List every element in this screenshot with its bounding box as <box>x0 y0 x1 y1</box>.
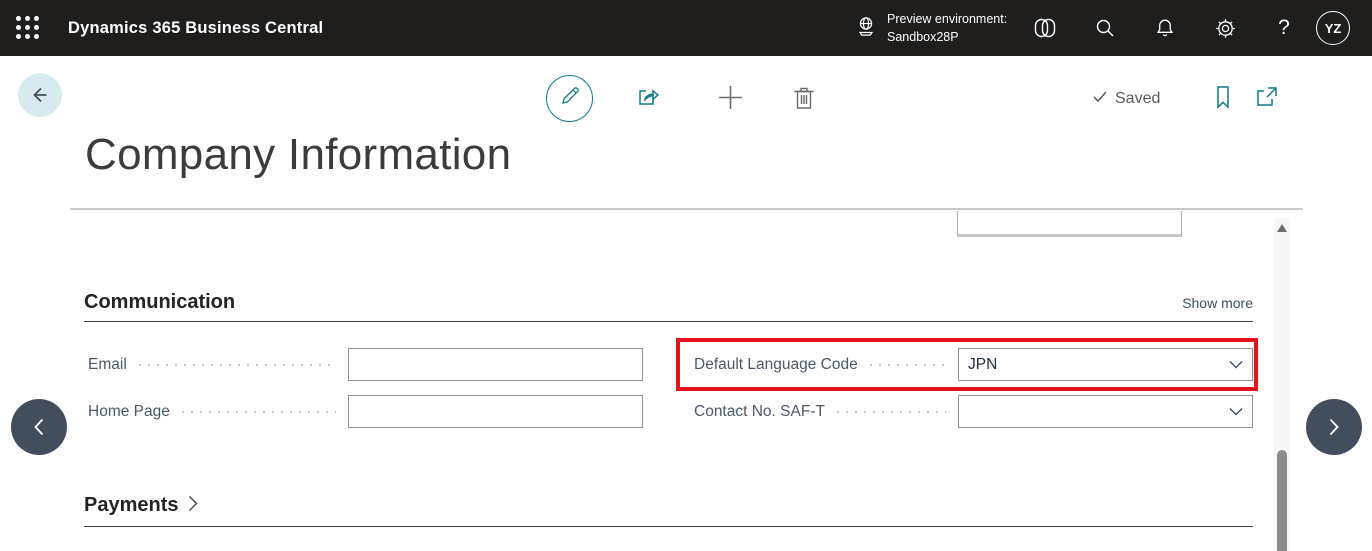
checkmark-icon <box>1092 88 1108 109</box>
open-in-new-window-button[interactable] <box>1254 85 1279 114</box>
top-bar: Dynamics 365 Business Central Preview en… <box>0 0 1372 56</box>
open-in-new-icon <box>1254 85 1279 114</box>
default-language-code-value: JPN <box>968 355 998 373</box>
environment-indicator[interactable]: Preview environment: Sandbox28P <box>855 0 1007 56</box>
field-row-email: Email <box>88 348 643 381</box>
chevron-left-icon <box>34 418 44 436</box>
app-launcher-icon[interactable] <box>16 16 40 40</box>
environment-globe-icon <box>855 15 877 42</box>
environment-text: Preview environment: Sandbox28P <box>887 11 1008 44</box>
payments-divider <box>84 526 1253 527</box>
contact-no-saf-t-label: Contact No. SAF-T <box>694 402 825 420</box>
dotted-leader <box>836 410 946 413</box>
user-avatar[interactable]: YZ <box>1316 11 1350 45</box>
chevron-right-icon <box>1329 418 1339 436</box>
contact-no-saf-t-combobox[interactable] <box>958 395 1253 428</box>
header-divider <box>70 208 1303 210</box>
delete-button[interactable] <box>791 84 817 116</box>
section-heading-communication[interactable]: Communication <box>84 291 235 314</box>
product-title[interactable]: Dynamics 365 Business Central <box>68 0 323 56</box>
save-status-label: Saved <box>1115 89 1161 107</box>
field-row-contact-no-saf-t: Contact No. SAF-T <box>694 395 1253 428</box>
show-more-link[interactable]: Show more <box>1182 295 1253 311</box>
trash-icon <box>791 84 817 116</box>
chevron-down-icon <box>1229 360 1243 369</box>
email-label: Email <box>88 355 127 373</box>
scrollbar-thumb[interactable] <box>1277 450 1287 551</box>
add-button[interactable] <box>717 84 744 116</box>
plus-icon <box>717 84 744 116</box>
share-button[interactable] <box>635 84 663 115</box>
pencil-icon <box>559 85 581 112</box>
field-row-home-page: Home Page <box>88 395 643 428</box>
scrollbar-up-arrow[interactable] <box>1277 224 1287 232</box>
home-page-label: Home Page <box>88 402 170 420</box>
dotted-leader <box>138 363 336 366</box>
dotted-leader <box>869 363 946 366</box>
notifications-icon[interactable] <box>1147 0 1183 56</box>
back-button[interactable] <box>18 73 62 117</box>
copilot-icon[interactable] <box>1027 0 1063 56</box>
search-icon[interactable] <box>1087 0 1123 56</box>
partial-input-above <box>957 211 1182 237</box>
payments-label: Payments <box>84 494 179 516</box>
page-title: Company Information <box>85 130 512 179</box>
email-field[interactable] <box>348 348 643 381</box>
edit-button[interactable] <box>546 75 593 122</box>
share-icon <box>635 84 663 115</box>
chevron-right-icon <box>188 495 199 517</box>
field-row-default-language-code: Default Language Code JPN <box>694 348 1253 381</box>
home-page-field[interactable] <box>348 395 643 428</box>
settings-gear-icon[interactable] <box>1207 0 1243 56</box>
next-page-button[interactable] <box>1306 399 1362 455</box>
default-language-code-label: Default Language Code <box>694 355 858 373</box>
section-heading-payments[interactable]: Payments <box>84 494 199 517</box>
default-language-code-combobox[interactable]: JPN <box>958 348 1253 381</box>
communication-divider <box>84 321 1253 322</box>
bookmark-icon <box>1211 84 1235 115</box>
dotted-leader <box>181 410 336 413</box>
save-status: Saved <box>1092 88 1160 109</box>
bookmark-button[interactable] <box>1211 84 1235 115</box>
previous-page-button[interactable] <box>11 399 67 455</box>
chevron-down-icon <box>1229 407 1243 416</box>
help-icon[interactable]: ? <box>1266 0 1302 56</box>
